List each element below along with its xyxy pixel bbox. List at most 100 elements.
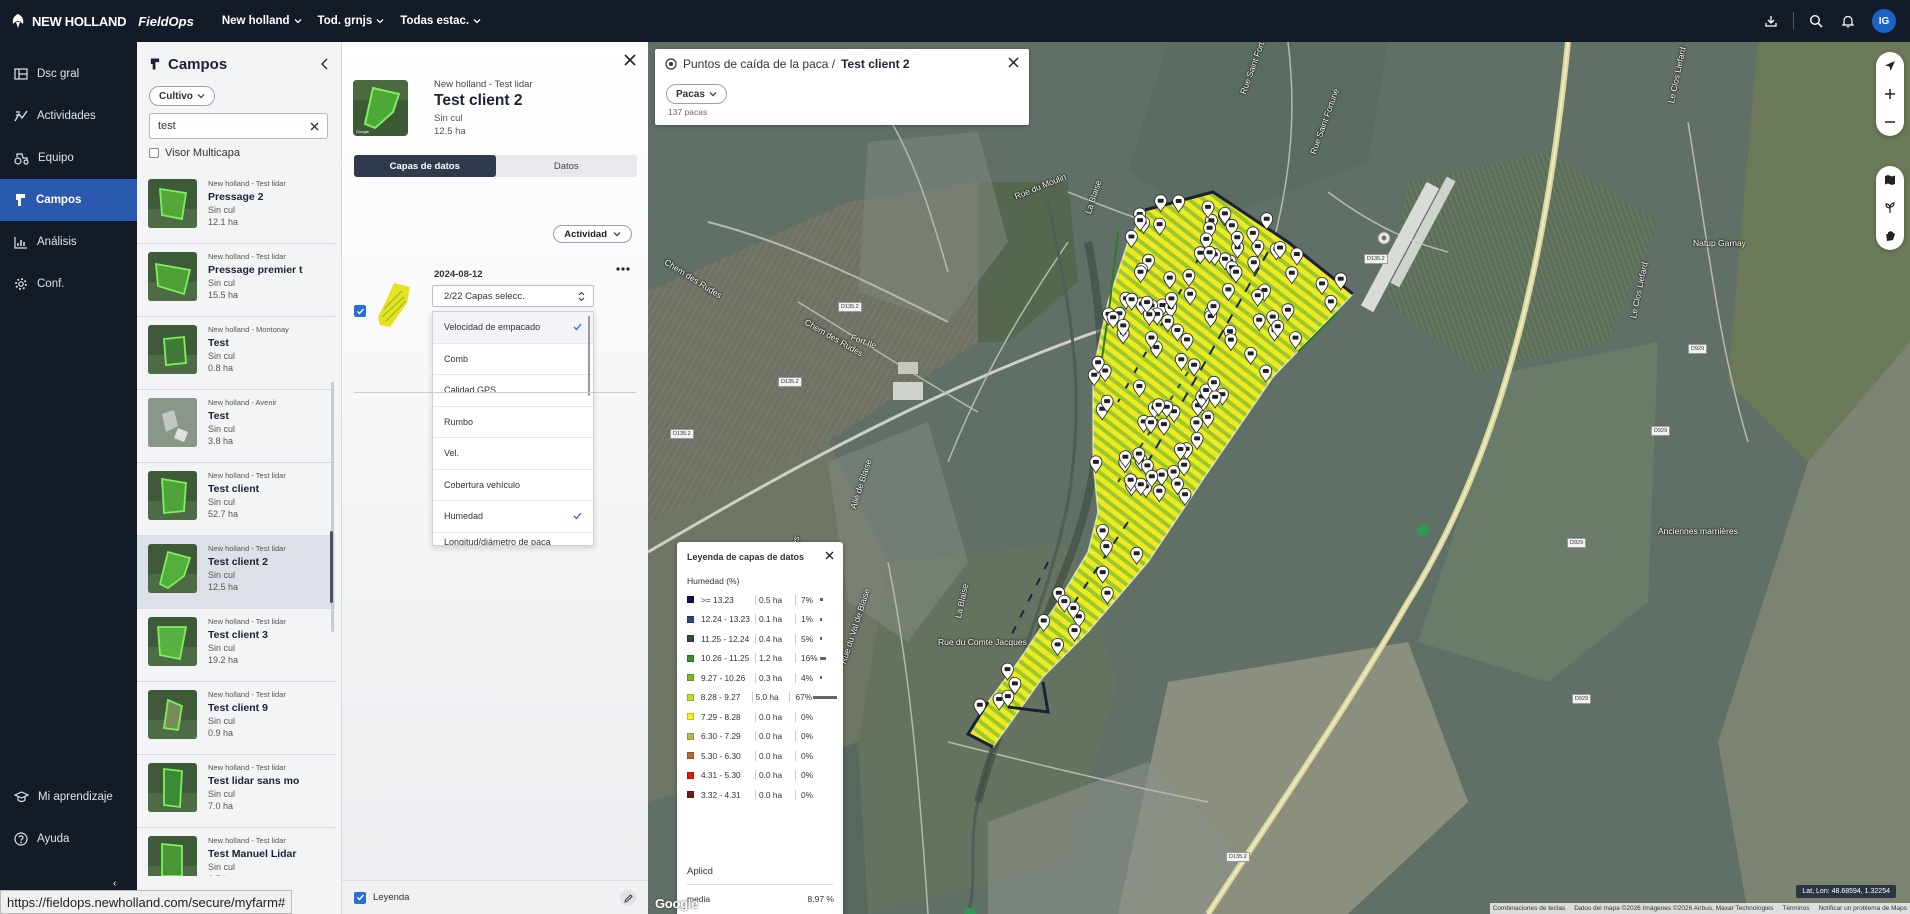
road-tag: D135.2 [838, 302, 862, 312]
field-shape-icon [1884, 230, 1896, 242]
map-view[interactable]: Rue Saint Fortuné Rue du Moulin Rue Saint … [648, 42, 1910, 914]
field-list-item[interactable]: New holland - Test lidar Test client 2 Sin… [137, 536, 335, 609]
user-avatar[interactable]: IG [1872, 9, 1896, 33]
field-list-item[interactable]: New holland - Test lidar Test Manuel Lida… [137, 828, 335, 876]
layer-option[interactable]: Comb [433, 344, 593, 375]
report-problem-link[interactable]: Notificar un problema de Maps [1818, 905, 1907, 912]
road-tag: D135.2 [1364, 254, 1388, 264]
close-legend-button[interactable] [825, 551, 834, 560]
field-area: 15.5 ha [208, 290, 239, 300]
notifications-button[interactable] [1832, 5, 1864, 37]
tab-data-layers[interactable]: Capas de datos [354, 155, 496, 177]
farms-selector[interactable]: Tod. grnjs [318, 15, 385, 27]
fields-icon [149, 57, 161, 71]
collapse-nav-icon[interactable]: ‹ [113, 878, 116, 889]
legend-range: 6.30 - 7.29 [701, 731, 741, 742]
nav-item-learning[interactable]: Mi aprendizaje [0, 776, 137, 818]
bales-chip[interactable]: Pacas [666, 84, 727, 104]
field-list-item[interactable]: New holland - Test lidar Pressage premier… [137, 244, 335, 317]
crop-filter-label: Cultivo [159, 90, 193, 102]
legend-row: 7.29 - 8.28 0.0 ha 0% [687, 707, 837, 727]
map-type-button[interactable] [1876, 166, 1904, 194]
field-list-item[interactable]: New holland - Test lidar Test client Sin c… [137, 463, 335, 536]
layer-option[interactable]: Vel. [433, 438, 593, 470]
locate-button[interactable] [1876, 52, 1904, 80]
field-list-item[interactable]: New holland - Avenir Test Sin cul 3.8 ha [137, 390, 335, 463]
crop-filter-chip[interactable]: Cultivo [149, 86, 215, 106]
edit-button[interactable] [620, 890, 636, 906]
nav-item-help[interactable]: Ayuda [0, 818, 137, 860]
chevron-down-icon [376, 17, 384, 25]
legend-row: 8.28 - 9.27 5.0 ha 67% [687, 688, 837, 708]
layer-select[interactable]: 2/22 Capas selecc. [432, 285, 594, 307]
field-list-item[interactable]: New holland - Test lidar Test client 9 Sin… [137, 682, 335, 755]
field-list-item[interactable]: New holland - Test lidar Test lidar sans … [137, 755, 335, 828]
field-area: 52.7 ha [208, 509, 239, 519]
field-thumbnail [148, 325, 197, 374]
bale-drop-panel: Puntos de caída de la paca / Test client… [655, 49, 1029, 125]
fields-list: New holland - Test lidar Pressage 2 Sin cu… [137, 171, 342, 876]
map-attribution: Combinaciones de teclas Datos del mapa ©… [1489, 903, 1910, 914]
activity-filter-button[interactable]: Actividad [553, 225, 632, 243]
field-detail-org: New holland - Test lidar [434, 79, 533, 90]
tab-data[interactable]: Datos [496, 155, 638, 177]
field-crop: Sin cul [208, 570, 236, 580]
layer-option-label: Humedad [444, 511, 484, 522]
field-list-item[interactable]: New holland - Test lidar Pressage 2 Sin cu… [137, 171, 335, 244]
field-thumbnail [148, 398, 197, 447]
field-layer-button[interactable] [1876, 222, 1904, 250]
legend-checkbox[interactable] [354, 891, 366, 904]
zoom-out-button[interactable] [1876, 108, 1904, 136]
legend-swatch [687, 635, 694, 643]
divider [1793, 12, 1794, 30]
layer-option[interactable]: Cobertura vehículo [433, 470, 593, 501]
collapse-panel-button[interactable] [320, 58, 329, 70]
search-icon [1809, 14, 1823, 28]
crop-layer-button[interactable] [1876, 194, 1904, 222]
nav-item-settings[interactable]: Conf. [0, 263, 137, 305]
dropdown-scrollbar[interactable] [588, 316, 590, 396]
brand-logo[interactable]: NEW HOLLAND FieldOps [10, 13, 194, 29]
nav-item-dashboard[interactable]: Dsc gral [0, 53, 137, 95]
more-options-icon[interactable] [615, 266, 631, 272]
multilayer-toggle[interactable]: Visor Multicapa [149, 147, 329, 159]
search-button[interactable] [1800, 5, 1832, 37]
nav-item-equipment[interactable]: Equipo [0, 137, 137, 179]
farms-selector-label: Tod. grnjs [317, 15, 373, 27]
nav-item-fields[interactable]: Campos [0, 179, 137, 221]
fields-scrollbar-thumb[interactable] [330, 531, 333, 603]
keyboard-shortcuts-link[interactable]: Combinaciones de teclas [1493, 905, 1566, 912]
multilayer-checkbox[interactable] [149, 148, 159, 158]
season-selector[interactable]: Todas estac. [400, 15, 481, 27]
legend-percent: 0% [795, 789, 819, 800]
nav-item-analysis[interactable]: Análisis [0, 221, 137, 263]
layer-option[interactable]: Velocidad de empacado [433, 312, 593, 344]
field-thumbnail [148, 252, 197, 301]
layer-option[interactable]: Longitud/diámetro de paca deseada [433, 533, 593, 546]
nav-item-activities[interactable]: Actividades [0, 95, 137, 137]
close-bale-panel-button[interactable] [1008, 57, 1019, 68]
clear-search-icon[interactable] [310, 122, 319, 131]
field-list-item[interactable]: New holland - Test lidar Test client 3 Sin… [137, 609, 335, 682]
org-selector[interactable]: New holland [222, 15, 302, 27]
zoom-in-button[interactable] [1876, 80, 1904, 108]
layer-option[interactable]: Calidad GPS [433, 375, 593, 407]
field-org: New holland - Test lidar [208, 179, 286, 188]
map-layer-controls [1876, 166, 1904, 250]
field-list-item[interactable]: New holland - Montonay Test Sin cul 0.8 ha [137, 317, 335, 390]
close-detail-button[interactable] [624, 54, 636, 66]
field-org: New holland - Montonay [208, 325, 289, 334]
road-tag: D929 [1572, 694, 1592, 704]
layer-option[interactable]: Humedad [433, 501, 593, 533]
download-button[interactable] [1755, 5, 1787, 37]
field-name: Test [208, 410, 229, 422]
field-name: Test client 2 [208, 556, 268, 568]
legend-percent: 0% [795, 711, 819, 722]
field-thumbnail [148, 471, 197, 520]
terms-link[interactable]: Términos [1782, 905, 1809, 912]
legend-row: 5.30 - 6.30 0.0 ha 0% [687, 746, 837, 766]
layer-option[interactable]: Rumbo [433, 407, 593, 438]
navigation-arrow-icon [1884, 60, 1896, 72]
field-search-input[interactable]: test [149, 113, 328, 139]
layer-visible-checkbox[interactable] [354, 305, 366, 317]
